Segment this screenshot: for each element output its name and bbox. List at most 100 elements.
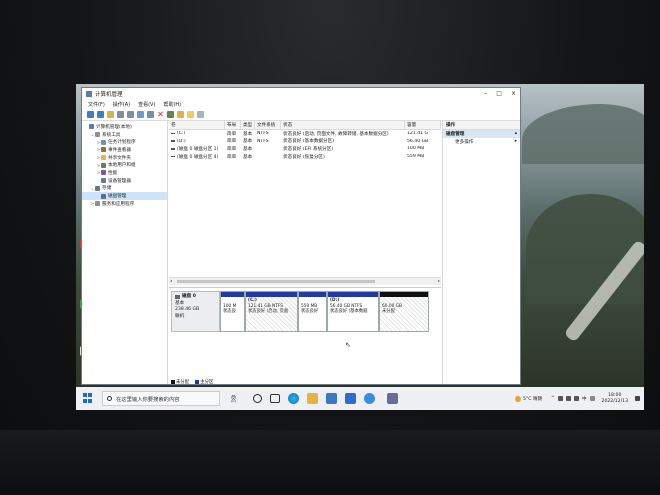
cell-text: (磁盘 0 磁盘分区 4) [177, 154, 219, 160]
tree-item[interactable]: > 服务和应用程序 [82, 200, 167, 208]
maximize-button[interactable]: □ [496, 90, 502, 97]
up-folder-icon[interactable] [107, 111, 114, 118]
cell-text: 状态良好 (基本数据分区) [283, 139, 334, 145]
tree-item-label: 系统工具 [102, 132, 121, 138]
action-label: 更多操作 [455, 139, 474, 145]
tree-item[interactable]: 磁盘管理 [82, 192, 167, 200]
tree-item[interactable]: 计算机管理(本地) [82, 123, 167, 131]
column-header-layout[interactable]: 布局 [225, 121, 241, 129]
tree-item-label: 计算机管理(本地) [96, 124, 132, 130]
screen: 计算机管理 – □ × 文件(F) 操作(A) 查看(V) 帮助(H) ✕ 计算… [76, 84, 644, 410]
horizontal-scrollbar[interactable]: ◂ ▸ [169, 277, 441, 285]
table-cell: 56.40 GB [405, 139, 441, 144]
app-icon[interactable] [364, 393, 375, 404]
clock-date: 2022/12/13 [601, 398, 628, 404]
taskbar: 在这里输入你要搜索的内容 🎗 5°C 晴朗 ^ 中 18:00 2022/12/… [76, 387, 644, 410]
tree-item[interactable]: ⌄ 系统工具 [82, 131, 167, 139]
partition-status: 未分配 [382, 309, 395, 315]
disk-info[interactable]: 磁盘 0 基本 238.46 GB 联机 [171, 291, 220, 332]
system-tray: 5°C 晴朗 ^ 中 18:00 2022/12/13 [514, 393, 644, 404]
action-more-actions[interactable]: 更多操作 ▸ [443, 138, 520, 146]
scrollbar-thumb[interactable] [177, 280, 375, 283]
column-header-status[interactable]: 状态 [281, 121, 405, 129]
notification-icon[interactable] [635, 396, 640, 401]
unallocated-partition[interactable]: 60.00 GB 未分配 [379, 291, 429, 332]
actions-section-label: 磁盘管理 [446, 131, 465, 137]
back-icon[interactable] [87, 111, 94, 118]
disk-icon [101, 193, 106, 199]
menu-file[interactable]: 文件(F) [88, 101, 105, 108]
ime-indicator[interactable]: 中 [582, 396, 587, 402]
column-header-filesystem[interactable]: 文件系统 [255, 121, 281, 129]
minimize-button[interactable]: – [484, 90, 487, 97]
tree-item-label: 性能 [108, 170, 118, 176]
table-row[interactable]: (D:) 简单 基本 NTFS 状态良好 (基本数据分区) 56.40 GB [169, 137, 441, 145]
actions-section-disk-management[interactable]: 磁盘管理 ▴ [443, 129, 520, 138]
delete-icon[interactable]: ✕ [157, 111, 164, 119]
cortana-icon[interactable] [253, 394, 262, 403]
menu-bar: 文件(F) 操作(A) 查看(V) 帮助(H) [82, 100, 520, 109]
volume-icon[interactable] [573, 396, 579, 401]
column-header-capacity[interactable]: 容量 [405, 121, 441, 129]
tree-item[interactable]: > 事件查看器 [82, 146, 167, 154]
table-cell: (磁盘 0 磁盘分区 1) [169, 146, 225, 152]
partition[interactable]: 100 M 状态良 [220, 291, 245, 332]
menu-help[interactable]: 帮助(H) [163, 101, 181, 108]
partition[interactable]: 559 MB 状态良好 [298, 291, 327, 332]
tree-item-label: 共享文件夹 [108, 155, 131, 161]
connect-icon[interactable] [147, 111, 154, 118]
tree-item[interactable]: > 任务计划程序 [82, 138, 167, 146]
close-button[interactable]: × [511, 90, 516, 97]
menu-action[interactable]: 操作(A) [113, 101, 130, 108]
computer-management-window[interactable]: 计算机管理 – □ × 文件(F) 操作(A) 查看(V) 帮助(H) ✕ 计算… [81, 87, 521, 385]
table-cell: NTFS [255, 131, 281, 136]
view-icon[interactable] [197, 111, 204, 118]
weather-widget[interactable]: 5°C 晴朗 [514, 395, 542, 402]
cell-text: 简单 [227, 154, 237, 160]
tree-item[interactable]: > 性能 [82, 169, 167, 177]
help-icon[interactable] [137, 111, 144, 118]
column-header-volume[interactable]: 卷 [169, 121, 225, 129]
partition[interactable]: (D:) 56.40 GB NTFS 状态良好 (基本数据 [327, 291, 379, 332]
scroll-left-icon[interactable]: ◂ [170, 278, 172, 283]
cell-text: 56.40 GB [407, 138, 429, 144]
store-icon[interactable] [345, 393, 356, 404]
forward-icon[interactable] [97, 111, 104, 118]
task-view-icon[interactable] [270, 394, 280, 403]
taskbar-search-box[interactable]: 在这里输入你要搜索的内容 [102, 391, 220, 406]
partition-status: 状态良好 [301, 309, 319, 315]
title-bar[interactable]: 计算机管理 – □ × [82, 88, 520, 100]
mail-icon[interactable] [326, 393, 337, 404]
table-row[interactable]: (磁盘 0 磁盘分区 4) 简单 基本 状态良好 (恢复分区) 559 MB [169, 153, 441, 161]
properties-icon[interactable] [127, 111, 134, 118]
computer-management-taskbar-icon[interactable] [387, 393, 398, 404]
column-header-type[interactable]: 类型 [241, 121, 255, 129]
cell-text: 100 MB [407, 146, 425, 152]
new-icon[interactable] [187, 111, 194, 118]
edge-icon[interactable] [288, 393, 299, 404]
clock[interactable]: 18:00 2022/12/13 [602, 393, 628, 404]
tree-item-label: 本地用户和组 [108, 163, 136, 169]
check-icon[interactable] [167, 111, 174, 118]
tree-item[interactable]: > 共享文件夹 [82, 154, 167, 162]
ribbon-icon[interactable]: 🎗 [228, 393, 239, 404]
open-folder-icon[interactable] [177, 111, 184, 118]
network-icon[interactable] [557, 396, 563, 401]
tree-item[interactable]: > 本地用户和组 [82, 161, 167, 169]
legend-item: 未分配 [171, 379, 189, 385]
partition-status: 状态良好 (启动, 页面 [248, 309, 289, 315]
keyboard-icon[interactable] [589, 396, 595, 401]
start-button[interactable] [83, 392, 92, 405]
table-row[interactable]: (磁盘 0 磁盘分区 1) 简单 基本 状态良好 (EFI 系统分区) 100 MB [169, 145, 441, 153]
tree-item[interactable]: 设备管理器 [82, 177, 167, 185]
chevron-up-icon[interactable]: ^ [551, 396, 555, 401]
tree-item[interactable]: ⌄ 存储 [82, 185, 167, 193]
scroll-right-icon[interactable]: ▸ [438, 278, 440, 283]
partition[interactable]: (C:) 121.41 GB NTFS 状态良好 (启动, 页面 [245, 291, 298, 332]
table-row[interactable]: (C:) 简单 基本 NTFS 状态良好 (启动, 页面文件, 故障转储, 基本数据分区… [169, 130, 441, 138]
table-cell: 基本 [241, 138, 255, 144]
show-hide-tree-icon[interactable] [117, 111, 124, 118]
battery-icon[interactable] [565, 396, 571, 401]
file-explorer-icon[interactable] [307, 393, 318, 404]
menu-view[interactable]: 查看(V) [138, 101, 155, 108]
